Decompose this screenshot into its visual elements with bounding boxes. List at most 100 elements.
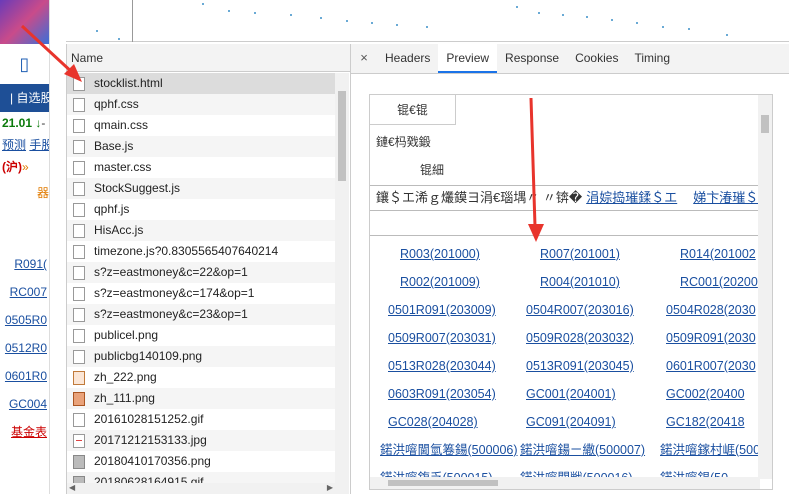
market-label[interactable]: (沪) xyxy=(2,160,22,174)
market-row: (沪)» xyxy=(0,156,49,178)
side-link[interactable]: 0601R0 xyxy=(0,362,49,390)
preview-title-link[interactable]: 涓婃捣璀鍒＄エ xyxy=(586,190,677,205)
request-list-scrollbar[interactable] xyxy=(335,73,349,494)
tab-headers[interactable]: Headers xyxy=(377,43,438,73)
request-row[interactable]: StockSuggest.js xyxy=(67,178,335,199)
request-row[interactable]: qmain.css xyxy=(67,115,335,136)
side-link-list: R091( RC007 0505R0 0512R0 0601R0 GC004 基… xyxy=(0,250,49,446)
request-name: s?z=eastmoney&c=23&op=1 xyxy=(94,307,248,321)
tab-timing[interactable]: Timing xyxy=(626,43,678,73)
request-name: StockSuggest.js xyxy=(94,181,181,195)
grid-icon[interactable]: 器 xyxy=(37,186,49,200)
request-name: zh_222.png xyxy=(94,370,157,384)
request-detail-panel: × Headers Preview Response Cookies Timin… xyxy=(351,43,789,494)
request-row[interactable]: 20180628164915.gif xyxy=(67,472,335,483)
request-row[interactable]: HisAcc.js xyxy=(67,220,335,241)
tab-preview[interactable]: Preview xyxy=(438,43,498,73)
stock-code-link[interactable]: GC091(204091) xyxy=(526,408,616,436)
timeline-strip xyxy=(66,0,789,42)
stock-code-link[interactable]: 0513R091(203045) xyxy=(526,352,634,380)
request-row[interactable]: s?z=eastmoney&c=22&op=1 xyxy=(67,262,335,283)
stock-code-link[interactable]: 0504R007(203016) xyxy=(526,296,634,324)
scrollbar-thumb[interactable] xyxy=(761,115,769,133)
stock-code-link[interactable]: 0513R028(203044) xyxy=(388,352,496,380)
stock-code-link[interactable]: 0601R007(2030 xyxy=(666,352,756,380)
stock-code-link[interactable]: 0509R007(203031) xyxy=(388,324,496,352)
stock-code-link[interactable]: 0603R091(203054) xyxy=(388,380,496,408)
request-name: s?z=eastmoney&c=174&op=1 xyxy=(94,286,255,300)
preview-garbled-label: 锟細 xyxy=(420,163,445,177)
stock-code-link[interactable]: 鍩洪噾鎵村崕(500 xyxy=(660,436,760,464)
request-name: 20171212153133.jpg xyxy=(94,433,207,447)
request-row[interactable]: publicbg140109.png xyxy=(67,346,335,367)
page-blue-bar[interactable]: | 自选股 xyxy=(0,84,49,112)
side-link[interactable]: GC004 xyxy=(0,390,49,418)
doc-icon xyxy=(73,160,85,175)
request-row[interactable]: stocklist.html xyxy=(67,73,335,94)
request-list-hscrollbar[interactable]: ◀ ▶ xyxy=(67,483,335,494)
stock-code-link[interactable]: R004(201010) xyxy=(540,268,620,296)
stock-code-link[interactable]: 0501R091(203009) xyxy=(388,296,496,324)
stock-code-link[interactable]: GC182(20418 xyxy=(666,408,745,436)
page-link-1[interactable]: 预测 xyxy=(2,138,26,152)
side-link[interactable]: 0505R0 xyxy=(0,306,49,334)
stock-code-link[interactable]: 0504R028(2030 xyxy=(666,296,756,324)
request-row[interactable]: qphf.css xyxy=(67,94,335,115)
stock-code-link[interactable]: RC001(20200 xyxy=(680,268,758,296)
link-row: 预测 手股 xyxy=(0,134,49,156)
request-row[interactable]: s?z=eastmoney&c=23&op=1 xyxy=(67,304,335,325)
request-name: Base.js xyxy=(94,139,134,153)
request-row[interactable]: 20161028151252.gif xyxy=(67,409,335,430)
stock-code-link[interactable]: R007(201001) xyxy=(540,240,620,268)
request-row[interactable]: zh_111.png xyxy=(67,388,335,409)
request-row[interactable]: Base.js xyxy=(67,136,335,157)
preview-hscrollbar[interactable] xyxy=(370,477,760,489)
tab-response[interactable]: Response xyxy=(497,43,567,73)
side-link[interactable]: RC007 xyxy=(0,278,49,306)
request-name: master.css xyxy=(94,160,152,174)
image-icon xyxy=(73,391,85,406)
request-row[interactable]: 20171212153133.jpg xyxy=(67,430,335,451)
page-icon-row: 器 xyxy=(0,178,49,208)
stock-code-link[interactable]: R002(201009) xyxy=(400,268,480,296)
request-row[interactable]: qphf.js xyxy=(67,199,335,220)
scroll-right-icon[interactable]: ▶ xyxy=(327,483,333,492)
timeline-dot xyxy=(396,24,398,26)
phone-icon[interactable]: ▯ xyxy=(0,44,49,84)
request-row[interactable]: master.css xyxy=(67,157,335,178)
doc-icon xyxy=(73,265,85,280)
request-name: publicbg140109.png xyxy=(94,349,203,363)
preview-vscrollbar[interactable] xyxy=(758,95,772,479)
scrollbar-thumb[interactable] xyxy=(388,480,498,486)
side-link[interactable]: 基金表 xyxy=(0,418,49,446)
request-name: 20161028151252.gif xyxy=(94,412,204,426)
grid-row: 鍩洪噾閫氫箞鍚(500006) 鍩洪噾鍚ㄧ繖(500007) 鍩洪噾鎵村崕(500 xyxy=(370,436,760,464)
timeline-dot xyxy=(636,22,638,24)
scroll-left-icon[interactable]: ◀ xyxy=(69,483,75,492)
stock-code-link[interactable]: R003(201000) xyxy=(400,240,480,268)
request-row[interactable]: 20180410170356.png xyxy=(67,451,335,472)
scrollbar-thumb[interactable] xyxy=(338,91,346,181)
name-column-header[interactable]: Name xyxy=(67,44,350,72)
request-row[interactable]: s?z=eastmoney&c=174&op=1 xyxy=(67,283,335,304)
page-spacer xyxy=(0,208,49,250)
request-row[interactable]: publicel.png xyxy=(67,325,335,346)
stock-code-link[interactable]: 鍩洪噾鍚ㄧ繖(500007) xyxy=(520,436,645,464)
stock-code-link[interactable]: 0509R028(203032) xyxy=(526,324,634,352)
stock-code-link[interactable]: GC028(204028) xyxy=(388,408,478,436)
request-row[interactable]: timezone.js?0.8305565407640214 xyxy=(67,241,335,262)
stock-code-link[interactable]: GC002(20400 xyxy=(666,380,745,408)
side-link[interactable]: 0512R0 xyxy=(0,334,49,362)
close-icon[interactable]: × xyxy=(351,43,377,73)
page-link-2[interactable]: 手股 xyxy=(29,138,49,152)
preview-title-link[interactable]: 娣卞湷璀＄ xyxy=(693,190,758,205)
stock-code-link[interactable]: GC001(204001) xyxy=(526,380,616,408)
side-link[interactable]: R091( xyxy=(0,250,49,278)
request-name: zh_111.png xyxy=(94,391,155,405)
request-row[interactable]: zh_222.png xyxy=(67,367,335,388)
stock-code-link[interactable]: 鍩洪噾閫氫箞鍚(500006) xyxy=(380,436,518,464)
stock-code-link[interactable]: R014(201002 xyxy=(680,240,756,268)
tab-cookies[interactable]: Cookies xyxy=(567,43,626,73)
timeline-dot xyxy=(254,12,256,14)
stock-code-link[interactable]: 0509R091(2030 xyxy=(666,324,756,352)
